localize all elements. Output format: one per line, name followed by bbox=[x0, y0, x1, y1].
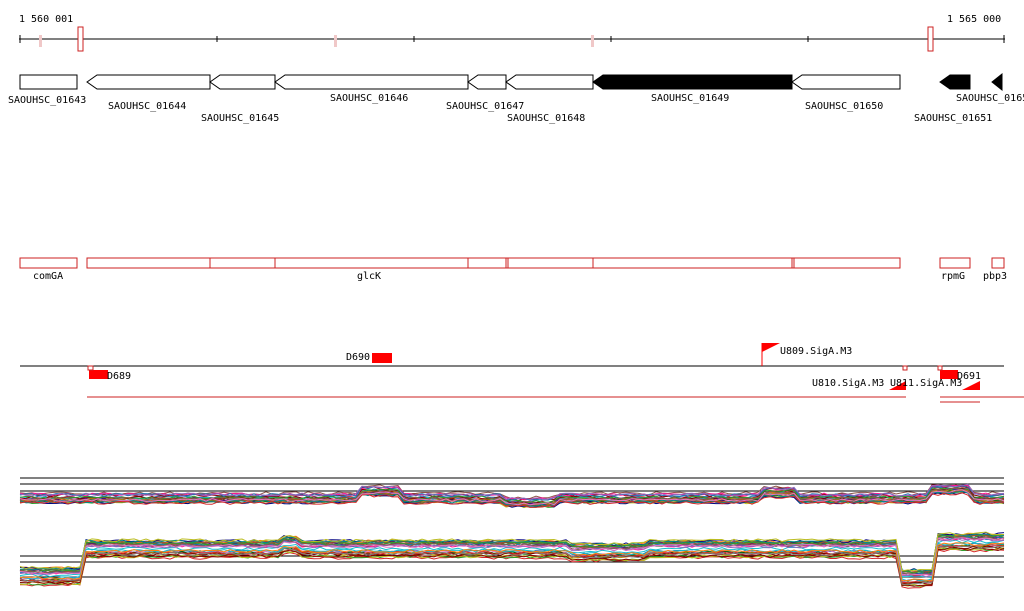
gene-label: SAOUHSC_01652 bbox=[956, 93, 1024, 104]
annotation-labels: comGA glcK rpmG pbp3 bbox=[33, 271, 1007, 282]
feature-marker bbox=[902, 365, 908, 371]
expression-profile-lines bbox=[19, 531, 1005, 589]
annotation-label: comGA bbox=[33, 271, 63, 282]
gene-arrow-01649[interactable] bbox=[592, 74, 793, 90]
feature-label: U809.SigA.M3 bbox=[780, 346, 852, 357]
feature-block-d690[interactable] bbox=[372, 353, 392, 363]
feature-track bbox=[20, 343, 1024, 403]
gene-label: SAOUHSC_01644 bbox=[108, 101, 186, 112]
gene-arrow-01643[interactable] bbox=[19, 74, 78, 90]
feature-label: D689 bbox=[107, 371, 131, 382]
gene-arrow-01652[interactable] bbox=[991, 72, 1003, 92]
genome-browser-canvas: 1 560 001 1 565 000 SAOUHSC_01643 SAOUHS… bbox=[8, 14, 1024, 589]
annotation-box[interactable] bbox=[939, 257, 971, 269]
gene-label: SAOUHSC_01649 bbox=[651, 93, 729, 104]
feature-block-d689[interactable] bbox=[89, 370, 108, 379]
gene-arrow-01645[interactable] bbox=[209, 74, 276, 90]
ruler-end-label: 1 565 000 bbox=[947, 14, 1001, 25]
gene-arrow-01650[interactable] bbox=[791, 74, 901, 90]
feature-marker bbox=[937, 365, 943, 371]
gene-label: SAOUHSC_01647 bbox=[446, 101, 524, 112]
annotation-box[interactable] bbox=[86, 257, 901, 269]
promoter-flag-u809[interactable] bbox=[762, 343, 780, 352]
gene-arrow-01651[interactable] bbox=[939, 74, 971, 90]
gene-label: SAOUHSC_01648 bbox=[507, 113, 585, 124]
coordinate-ruler: 1 560 001 1 565 000 bbox=[19, 14, 1005, 52]
gene-track bbox=[19, 72, 1003, 92]
gene-label: SAOUHSC_01645 bbox=[201, 113, 279, 124]
gene-arrow-01644[interactable] bbox=[86, 74, 211, 90]
gene-arrow-01646[interactable] bbox=[274, 74, 469, 90]
gene-label: SAOUHSC_01646 bbox=[330, 93, 408, 104]
expression-track-upper bbox=[19, 477, 1005, 509]
feature-marker bbox=[87, 365, 94, 371]
expression-profile-lines bbox=[19, 483, 1005, 509]
gene-arrow-01648[interactable] bbox=[505, 74, 594, 90]
ruler-faint-marks bbox=[39, 35, 594, 47]
gene-arrow-01647[interactable] bbox=[467, 74, 507, 90]
expression-track-lower bbox=[19, 531, 1005, 589]
annotation-box[interactable] bbox=[19, 257, 78, 269]
gene-label: SAOUHSC_01650 bbox=[805, 101, 883, 112]
feature-label: U810.SigA.M3 bbox=[812, 378, 884, 389]
annotation-label: pbp3 bbox=[983, 271, 1007, 282]
ruler-marker[interactable] bbox=[77, 26, 84, 52]
gene-label: SAOUHSC_01651 bbox=[914, 113, 992, 124]
gene-labels: SAOUHSC_01643 SAOUHSC_01644 SAOUHSC_0164… bbox=[8, 93, 1024, 124]
ruler-start-label: 1 560 001 bbox=[19, 14, 73, 25]
gene-label: SAOUHSC_01643 bbox=[8, 95, 86, 106]
annotation-track bbox=[19, 257, 1005, 269]
annotation-label: rpmG bbox=[941, 271, 965, 282]
promoter-flag-u811[interactable] bbox=[962, 381, 980, 390]
feature-label: D690 bbox=[346, 352, 370, 363]
annotation-label: glcK bbox=[357, 271, 381, 282]
annotation-box[interactable] bbox=[991, 257, 1005, 269]
feature-label: U811.SigA.M3 bbox=[890, 378, 962, 389]
feature-label: D691 bbox=[957, 371, 981, 382]
feature-labels: D689 D690 U809.SigA.M3 U810.SigA.M3 U811… bbox=[107, 346, 981, 389]
ruler-marker[interactable] bbox=[927, 26, 934, 52]
